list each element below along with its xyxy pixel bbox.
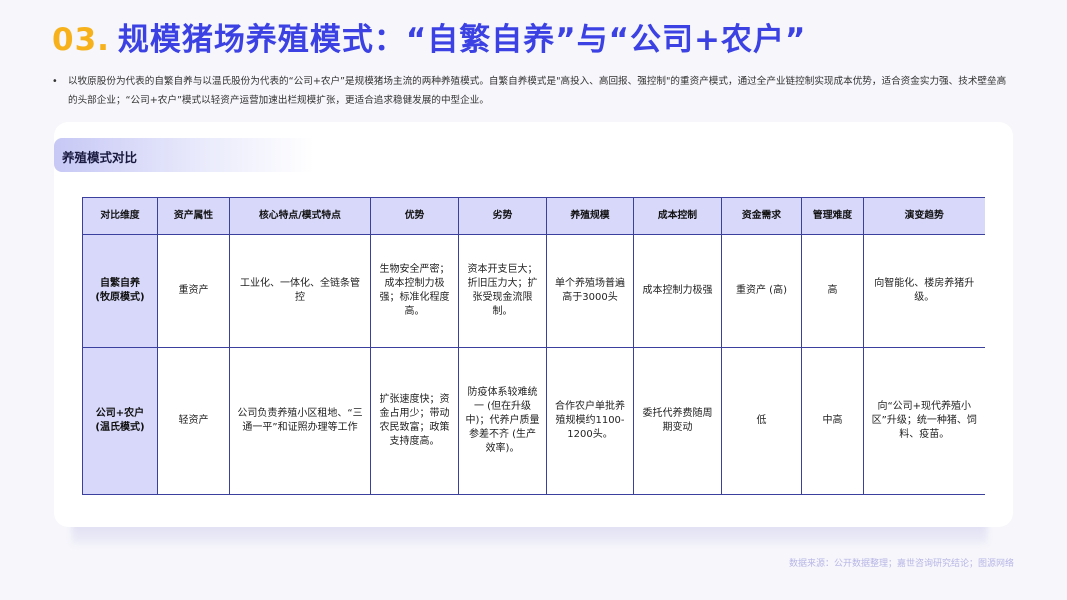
table-cell: 合作农户单批养殖规模约1100-1200头。 — [546, 347, 634, 495]
table-cell: 低 — [721, 347, 802, 495]
section-number: 03. — [52, 22, 110, 58]
table-cell: 生物安全严密；成本控制力极强；标准化程度高。 — [370, 234, 459, 348]
column-header: 对比维度 — [82, 197, 158, 235]
column-header: 劣势 — [458, 197, 547, 235]
table-cell: 轻资产 — [157, 347, 230, 495]
table-header-row: 对比维度 资产属性 核心特点/模式特点 优势 劣势 养殖规模 成本控制 资金需求… — [82, 197, 985, 235]
column-header: 演变趋势 — [863, 197, 985, 235]
section-header: 养殖模式对比 — [54, 138, 314, 172]
table-cell: 工业化、一体化、全链条管控 — [229, 234, 371, 348]
table-cell: 公司负责养殖小区租地、“三通一平”和证照办理等工作 — [229, 347, 371, 495]
table-cell: 向智能化、楼房养猪升级。 — [863, 234, 985, 348]
page-title: 03. 规模猪场养殖模式：“自繁自养”与“公司+农户” — [52, 14, 806, 59]
column-header: 养殖规模 — [546, 197, 634, 235]
table-cell: 委托代养费随周期变动 — [633, 347, 722, 495]
table-cell: 高 — [801, 234, 864, 348]
column-header: 资产属性 — [157, 197, 230, 235]
column-header: 核心特点/模式特点 — [229, 197, 371, 235]
row-label: 自繁自养 (牧原模式) — [82, 234, 158, 348]
table-cell: 成本控制力极强 — [633, 234, 722, 348]
section-label: 养殖模式对比 — [62, 150, 138, 165]
bullet-icon: • — [52, 76, 58, 87]
table-cell: 防疫体系较难统一 (但在升级中)；代养户质量参差不齐 (生产效率)。 — [458, 347, 547, 495]
column-header: 管理难度 — [801, 197, 864, 235]
table-cell: 重资产 (高) — [721, 234, 802, 348]
table-cell: 重资产 — [157, 234, 230, 348]
table-cell: 资本开支巨大；折旧压力大；扩张受现金流限制。 — [458, 234, 547, 348]
table-cell: 单个养殖场普遍高于3000头 — [546, 234, 634, 348]
source-footnote: 数据来源：公开数据整理；嘉世咨询研究结论；图源网络 — [788, 559, 1014, 569]
comparison-table: 对比维度 资产属性 核心特点/模式特点 优势 劣势 养殖规模 成本控制 资金需求… — [82, 197, 985, 495]
table-cell: 扩张速度快；资金占用少；带动农民致富；政策支持度高。 — [370, 347, 459, 495]
column-header: 成本控制 — [633, 197, 722, 235]
title-text: 规模猪场养殖模式：“自繁自养”与“公司+农户” — [117, 22, 807, 58]
table-cell: 中高 — [801, 347, 864, 495]
column-header: 优势 — [370, 197, 459, 235]
column-header: 资金需求 — [721, 197, 802, 235]
intro-paragraph: 以牧原股份为代表的自繁自养与以温氏股份为代表的“公司+农户”是规模猪场主流的两种… — [68, 76, 1007, 106]
row-label: 公司+农户 (温氏模式) — [82, 347, 158, 495]
table-row: 公司+农户 (温氏模式) 轻资产 公司负责养殖小区租地、“三通一平”和证照办理等… — [82, 347, 985, 495]
table-row: 自繁自养 (牧原模式) 重资产 工业化、一体化、全链条管控 生物安全严密；成本控… — [82, 234, 985, 348]
table-cell: 向“公司+现代养殖小区”升级；统一种猪、饲料、疫苗。 — [863, 347, 985, 495]
